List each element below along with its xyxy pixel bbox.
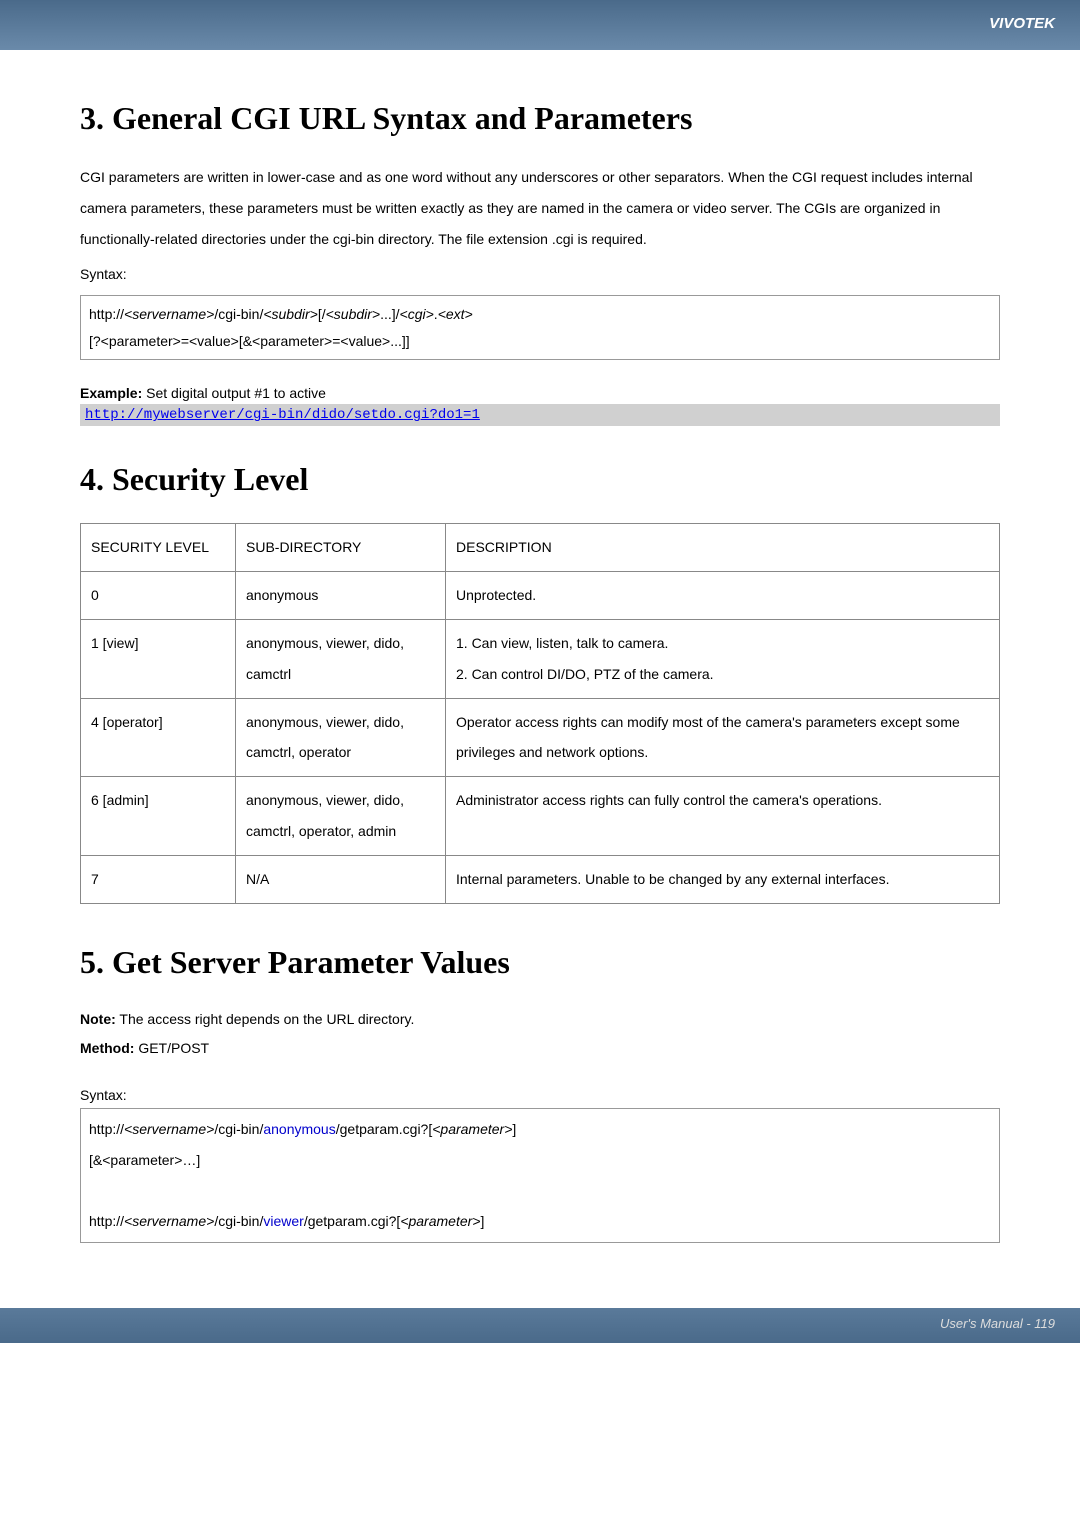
- cell-level: 6 [admin]: [81, 777, 236, 856]
- t: viewer: [263, 1213, 303, 1229]
- t: /getparam.cgi?[: [336, 1121, 433, 1137]
- example-label: Example:: [80, 385, 142, 401]
- table-row: 0anonymousUnprotected.: [81, 572, 1000, 620]
- syntax-label: Syntax:: [80, 259, 1000, 290]
- th-desc: DESCRIPTION: [446, 524, 1000, 572]
- t: <servername>: [124, 306, 214, 322]
- t: <subdir>: [263, 306, 317, 322]
- cell-level: 0: [81, 572, 236, 620]
- method-line: Method: GET/POST: [80, 1035, 1000, 1062]
- method-text: GET/POST: [134, 1040, 209, 1056]
- syntax-box-5: http://<servername>/cgi-bin/anonymous/ge…: [80, 1108, 1000, 1243]
- section-3: 3. General CGI URL Syntax and Parameters…: [80, 100, 1000, 426]
- t: <parameter>: [400, 1213, 480, 1229]
- t: http://: [89, 1213, 124, 1229]
- th-subdir: SUB-DIRECTORY: [236, 524, 446, 572]
- t: <parameter>: [432, 1121, 512, 1137]
- t: anonymous: [263, 1121, 335, 1137]
- t: ]: [480, 1213, 484, 1229]
- brand-label: VIVOTEK: [989, 15, 1055, 32]
- example-desc: Set digital output #1 to active: [142, 385, 326, 401]
- syntax5-line2: [&<parameter>…]: [89, 1145, 991, 1176]
- section-4-title: 4. Security Level: [80, 461, 1000, 498]
- t: ...]/: [380, 306, 399, 322]
- cell-level: 4 [operator]: [81, 698, 236, 777]
- cell-subdir: anonymous, viewer, dido, camctrl: [236, 619, 446, 698]
- page-header: VIVOTEK: [0, 0, 1080, 50]
- t: <servername>: [124, 1213, 214, 1229]
- t: http://: [89, 1121, 124, 1137]
- table-row: 4 [operator]anonymous, viewer, dido, cam…: [81, 698, 1000, 777]
- cell-desc: Internal parameters. Unable to be change…: [446, 855, 1000, 903]
- note-label: Note:: [80, 1011, 116, 1027]
- t: <ext>: [438, 306, 473, 322]
- cell-subdir: anonymous, viewer, dido, camctrl, operat…: [236, 698, 446, 777]
- syntax-label-5: Syntax:: [80, 1087, 1000, 1103]
- syntax-box-3: http://<servername>/cgi-bin/<subdir>[/<s…: [80, 295, 1000, 360]
- note-text: The access right depends on the URL dire…: [116, 1011, 415, 1027]
- footer-text: User's Manual - 119: [940, 1316, 1055, 1331]
- section-3-title: 3. General CGI URL Syntax and Parameters: [80, 100, 1000, 137]
- syntax-line-2: [?<parameter>=<value>[&<parameter>=<valu…: [89, 328, 991, 355]
- t: /cgi-bin/: [214, 1121, 263, 1137]
- method-label: Method:: [80, 1040, 134, 1056]
- t: <subdir>: [326, 306, 380, 322]
- cell-level: 7: [81, 855, 236, 903]
- t: <cgi>: [400, 306, 434, 322]
- page-footer: User's Manual - 119: [0, 1308, 1080, 1343]
- section-3-body: CGI parameters are written in lower-case…: [80, 162, 1000, 254]
- t: /cgi-bin/: [214, 1213, 263, 1229]
- t: /cgi-bin/: [214, 306, 263, 322]
- section-4: 4. Security Level SECURITY LEVEL SUB-DIR…: [80, 461, 1000, 903]
- security-level-table: SECURITY LEVEL SUB-DIRECTORY DESCRIPTION…: [80, 523, 1000, 903]
- cell-subdir: anonymous: [236, 572, 446, 620]
- cell-subdir: N/A: [236, 855, 446, 903]
- th-level: SECURITY LEVEL: [81, 524, 236, 572]
- cell-level: 1 [view]: [81, 619, 236, 698]
- syntax-line-1: http://<servername>/cgi-bin/<subdir>[/<s…: [89, 301, 991, 328]
- syntax5-blank: [89, 1175, 991, 1206]
- table-row: 1 [view]anonymous, viewer, dido, camctrl…: [81, 619, 1000, 698]
- example-link-box: http://mywebserver/cgi-bin/dido/setdo.cg…: [80, 404, 1000, 426]
- cell-subdir: anonymous, viewer, dido, camctrl, operat…: [236, 777, 446, 856]
- t: <servername>: [124, 1121, 214, 1137]
- table-header-row: SECURITY LEVEL SUB-DIRECTORY DESCRIPTION: [81, 524, 1000, 572]
- syntax5-line1: http://<servername>/cgi-bin/anonymous/ge…: [89, 1114, 991, 1145]
- cell-desc: Unprotected.: [446, 572, 1000, 620]
- cell-desc: Administrator access rights can fully co…: [446, 777, 1000, 856]
- section-5: 5. Get Server Parameter Values Note: The…: [80, 944, 1000, 1243]
- example-url-link[interactable]: http://mywebserver/cgi-bin/dido/setdo.cg…: [85, 407, 480, 423]
- t: http://: [89, 306, 124, 322]
- table-row: 6 [admin]anonymous, viewer, dido, camctr…: [81, 777, 1000, 856]
- cell-desc: 1. Can view, listen, talk to camera.2. C…: [446, 619, 1000, 698]
- section-5-title: 5. Get Server Parameter Values: [80, 944, 1000, 981]
- page-content: 3. General CGI URL Syntax and Parameters…: [0, 50, 1080, 1308]
- cell-desc: Operator access rights can modify most o…: [446, 698, 1000, 777]
- example-line: Example: Set digital output #1 to active: [80, 385, 1000, 401]
- syntax5-line3: http://<servername>/cgi-bin/viewer/getpa…: [89, 1206, 991, 1237]
- t: ]: [512, 1121, 516, 1137]
- t: /getparam.cgi?[: [304, 1213, 401, 1229]
- t: [/: [318, 306, 326, 322]
- note-line: Note: The access right depends on the UR…: [80, 1006, 1000, 1033]
- table-row: 7N/AInternal parameters. Unable to be ch…: [81, 855, 1000, 903]
